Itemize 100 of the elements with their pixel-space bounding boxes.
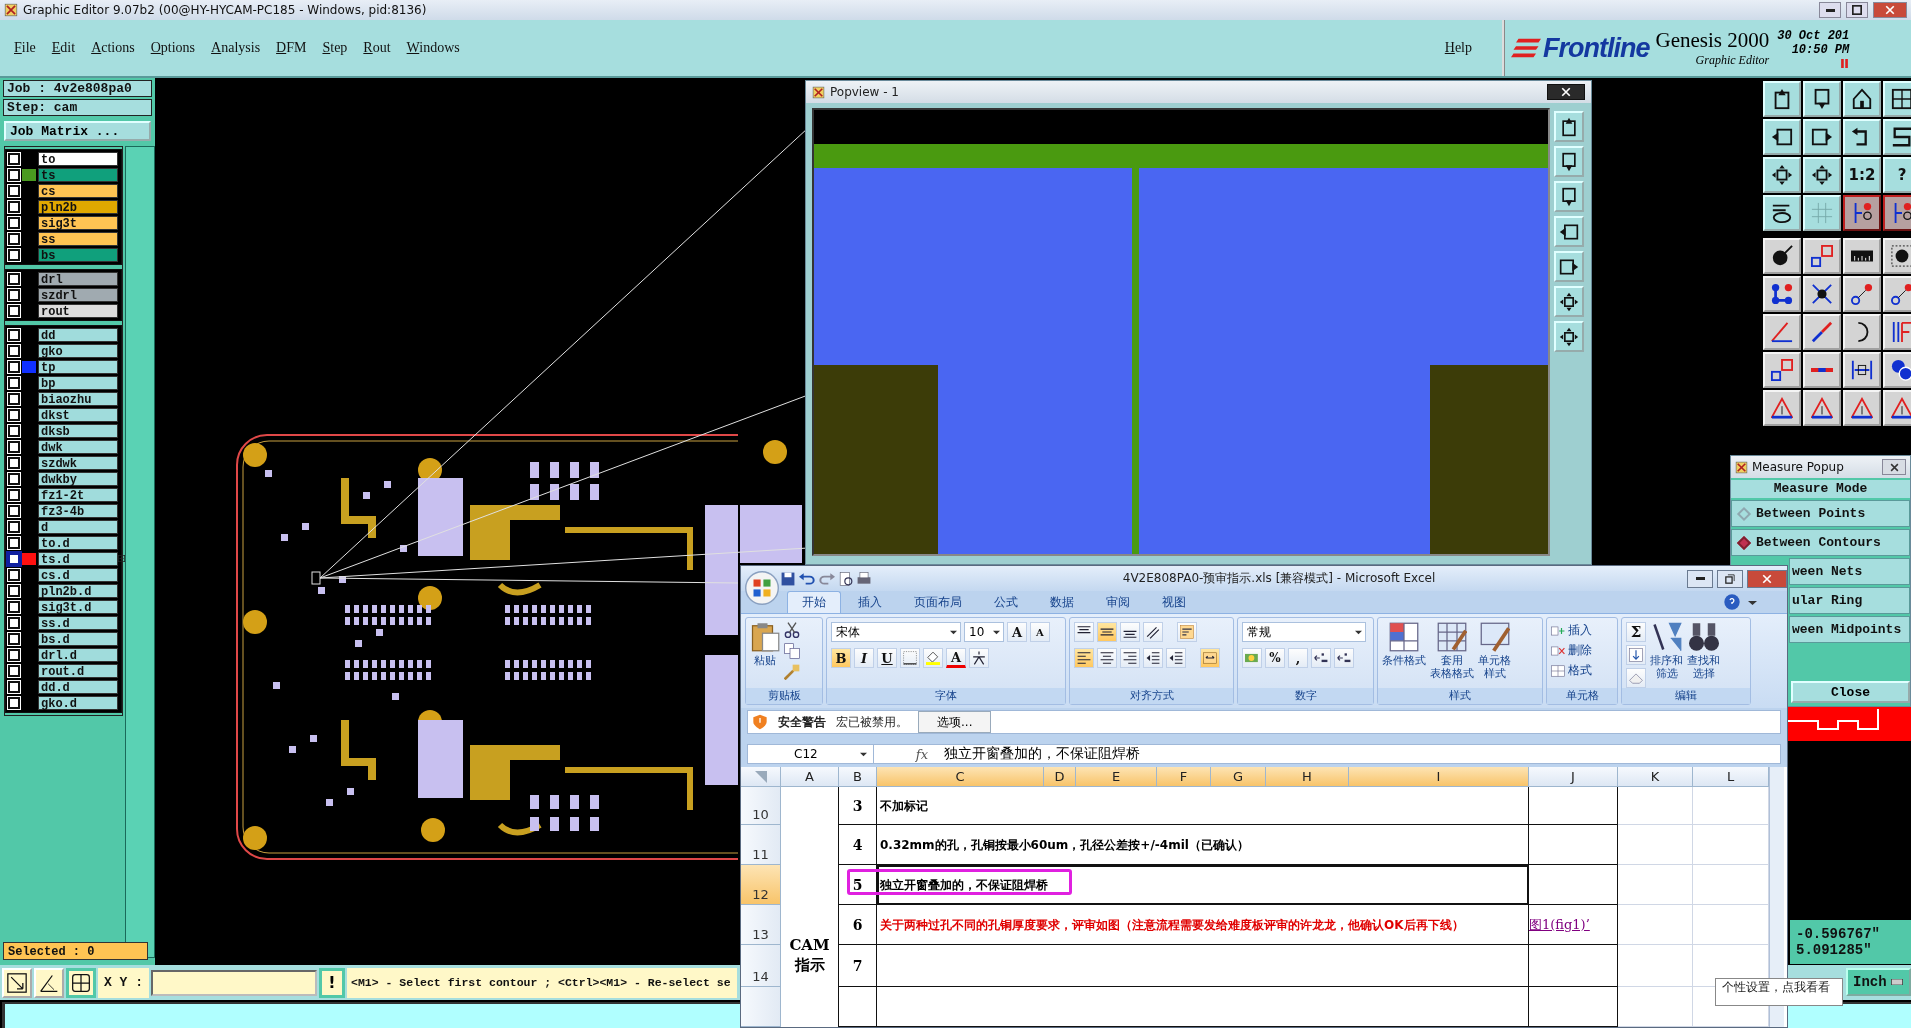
layer-name[interactable]: ts: [38, 168, 118, 182]
menu-item[interactable]: Analysis: [211, 40, 261, 56]
layer-name[interactable]: bs.d: [38, 632, 118, 646]
autosum-button[interactable]: Σ: [1626, 622, 1646, 642]
layer-name[interactable]: ss: [38, 232, 118, 246]
find-select-button[interactable]: 查找和 选择: [1687, 622, 1720, 688]
bold-button[interactable]: B: [831, 648, 851, 668]
column-header[interactable]: F: [1157, 767, 1211, 787]
layer-name[interactable]: szdwk: [38, 456, 118, 470]
row-header[interactable]: 12: [741, 865, 781, 905]
ribbon-tab[interactable]: 公式: [979, 591, 1033, 613]
row-header[interactable]: 10: [741, 787, 781, 825]
column-header[interactable]: L: [1693, 767, 1769, 787]
layer-name[interactable]: szdrl: [38, 288, 118, 302]
layer-name[interactable]: dksb: [38, 424, 118, 438]
ribbon-tab[interactable]: 视图: [1147, 591, 1201, 613]
format-button[interactable]: 格式: [1551, 662, 1592, 679]
layer-name[interactable]: bp: [38, 376, 118, 390]
layer-name[interactable]: dd.d: [38, 680, 118, 694]
grow-font-button[interactable]: A: [1007, 622, 1027, 642]
unit-button[interactable]: Inch: [1846, 968, 1911, 996]
menu-item[interactable]: Windows: [406, 40, 460, 56]
font-name-field[interactable]: 宋体: [831, 622, 961, 642]
column-header[interactable]: G: [1211, 767, 1266, 787]
ribbon-tab[interactable]: 数据: [1035, 591, 1089, 613]
layer-name[interactable]: drl: [38, 272, 118, 286]
column-header[interactable]: H: [1266, 767, 1349, 787]
layer-name[interactable]: cs: [38, 184, 118, 198]
layer-name[interactable]: fz1-2t: [38, 488, 118, 502]
menu-item[interactable]: Options: [150, 40, 196, 56]
ribbon-tab[interactable]: 插入: [843, 591, 897, 613]
menu-item[interactable]: Actions: [91, 40, 135, 56]
mode-option[interactable]: ween Nets: [1789, 558, 1910, 585]
paste-button[interactable]: 粘贴: [750, 622, 780, 688]
layer-name[interactable]: d: [38, 520, 118, 534]
menu-item[interactable]: DFM: [276, 40, 307, 56]
column-header[interactable]: D: [1044, 767, 1076, 787]
menu-item[interactable]: Rout: [363, 40, 391, 56]
layer-name[interactable]: rout: [38, 304, 118, 318]
column-header[interactable]: A: [781, 767, 839, 787]
sort-filter-button[interactable]: 排序和 筛选: [1650, 622, 1683, 688]
layer-name[interactable]: drl.d: [38, 648, 118, 662]
font-size-field[interactable]: 10: [964, 622, 1004, 642]
comma-button[interactable]: ,: [1288, 648, 1308, 668]
column-header[interactable]: C: [877, 767, 1044, 787]
italic-button[interactable]: I: [854, 648, 874, 668]
column-header[interactable]: B: [839, 767, 877, 787]
layer-name[interactable]: ss.d: [38, 616, 118, 630]
mode-option[interactable]: Between Contours: [1731, 529, 1910, 556]
ribbon-tab[interactable]: 页面布局: [899, 591, 977, 613]
job-matrix-button[interactable]: Job Matrix ...: [4, 121, 151, 141]
shrink-font-button[interactable]: A: [1030, 622, 1050, 642]
table-format-button[interactable]: 套用 表格格式: [1430, 622, 1474, 688]
delete-button[interactable]: 删除: [1551, 642, 1592, 659]
options-button[interactable]: 选项...: [918, 711, 992, 733]
layer-name[interactable]: dwk: [38, 440, 118, 454]
insert-button[interactable]: 插入: [1551, 622, 1592, 639]
zoom-ratio-button[interactable]: 1:2: [1843, 157, 1881, 193]
underline-button[interactable]: U: [877, 648, 897, 668]
layer-name[interactable]: dwkby: [38, 472, 118, 486]
link[interactable]: 图1(fig1)’: [1529, 915, 1590, 934]
column-header[interactable]: K: [1618, 767, 1693, 787]
layer-name[interactable]: pln2b.d: [38, 584, 118, 598]
conditional-format-button[interactable]: 条件格式: [1382, 622, 1426, 688]
row-header[interactable]: 14: [741, 945, 781, 987]
help-button[interactable]: ?: [1883, 157, 1911, 193]
layer-name[interactable]: ts.d: [38, 552, 118, 566]
column-header[interactable]: J: [1529, 767, 1618, 787]
layer-name[interactable]: rout.d: [38, 664, 118, 678]
column-header[interactable]: I: [1349, 767, 1529, 787]
layer-name[interactable]: fz3-4b: [38, 504, 118, 518]
layer-name[interactable]: sig3t.d: [38, 600, 118, 614]
font-color-button[interactable]: A: [946, 648, 966, 668]
percent-button[interactable]: %: [1265, 648, 1285, 668]
layer-name[interactable]: to: [38, 152, 118, 166]
menu-item[interactable]: File: [14, 40, 36, 56]
layer-name[interactable]: to.d: [38, 536, 118, 550]
number-format-field[interactable]: 常规: [1242, 622, 1366, 642]
alert-button[interactable]: !: [319, 967, 345, 998]
row-header[interactable]: 11: [741, 825, 781, 865]
ribbon-tab[interactable]: 开始: [787, 591, 841, 613]
layer-name[interactable]: tp: [38, 360, 118, 374]
row-header[interactable]: 13: [741, 905, 781, 945]
cell-style-button[interactable]: 单元格 样式: [1478, 622, 1511, 688]
layer-name[interactable]: pln2b: [38, 200, 118, 214]
mode-option[interactable]: Between Points: [1731, 500, 1910, 527]
mode-option[interactable]: ular Ring: [1789, 587, 1910, 614]
menu-item[interactable]: Help: [1444, 40, 1472, 56]
ribbon-tab[interactable]: 审阅: [1091, 591, 1145, 613]
layer-name[interactable]: biaozhu: [38, 392, 118, 406]
column-header[interactable]: E: [1076, 767, 1157, 787]
close-button[interactable]: Close: [1791, 681, 1910, 703]
menu-item[interactable]: Step: [322, 40, 348, 56]
mode-option[interactable]: ween Midpoints: [1789, 616, 1910, 643]
layer-name[interactable]: dd: [38, 328, 118, 342]
layer-name[interactable]: gko: [38, 344, 118, 358]
layer-name[interactable]: gko.d: [38, 696, 118, 710]
layer-name[interactable]: sig3t: [38, 216, 118, 230]
menu-item[interactable]: Edit: [51, 40, 76, 56]
layer-name[interactable]: dkst: [38, 408, 118, 422]
